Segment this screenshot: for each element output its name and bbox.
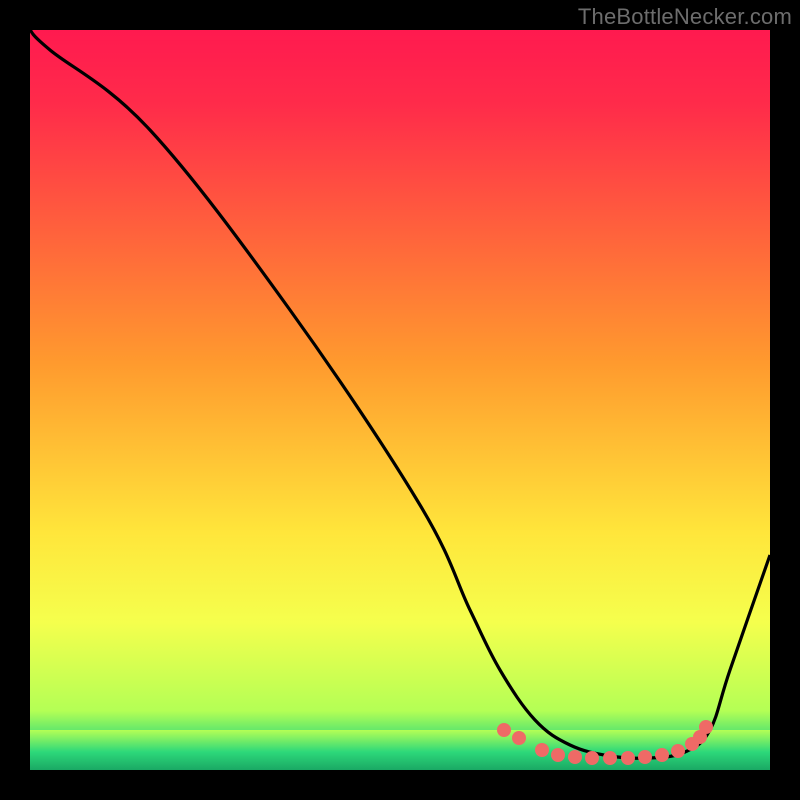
curve-marker: [535, 743, 549, 757]
bottleneck-curve: [30, 30, 770, 758]
curve-marker: [621, 751, 635, 765]
chart-frame: TheBottleNecker.com: [0, 0, 800, 800]
curve-marker: [551, 748, 565, 762]
plot-area: [30, 30, 770, 770]
curve-marker: [512, 731, 526, 745]
curve-marker: [655, 748, 669, 762]
curve-marker: [671, 744, 685, 758]
curve-marker: [497, 723, 511, 737]
curve-marker: [603, 751, 617, 765]
curve-marker: [568, 750, 582, 764]
curve-marker: [638, 750, 652, 764]
watermark-text: TheBottleNecker.com: [578, 4, 792, 30]
curve-layer: [30, 30, 770, 770]
curve-marker: [585, 751, 599, 765]
curve-marker: [699, 720, 713, 734]
marker-group: [497, 720, 713, 765]
